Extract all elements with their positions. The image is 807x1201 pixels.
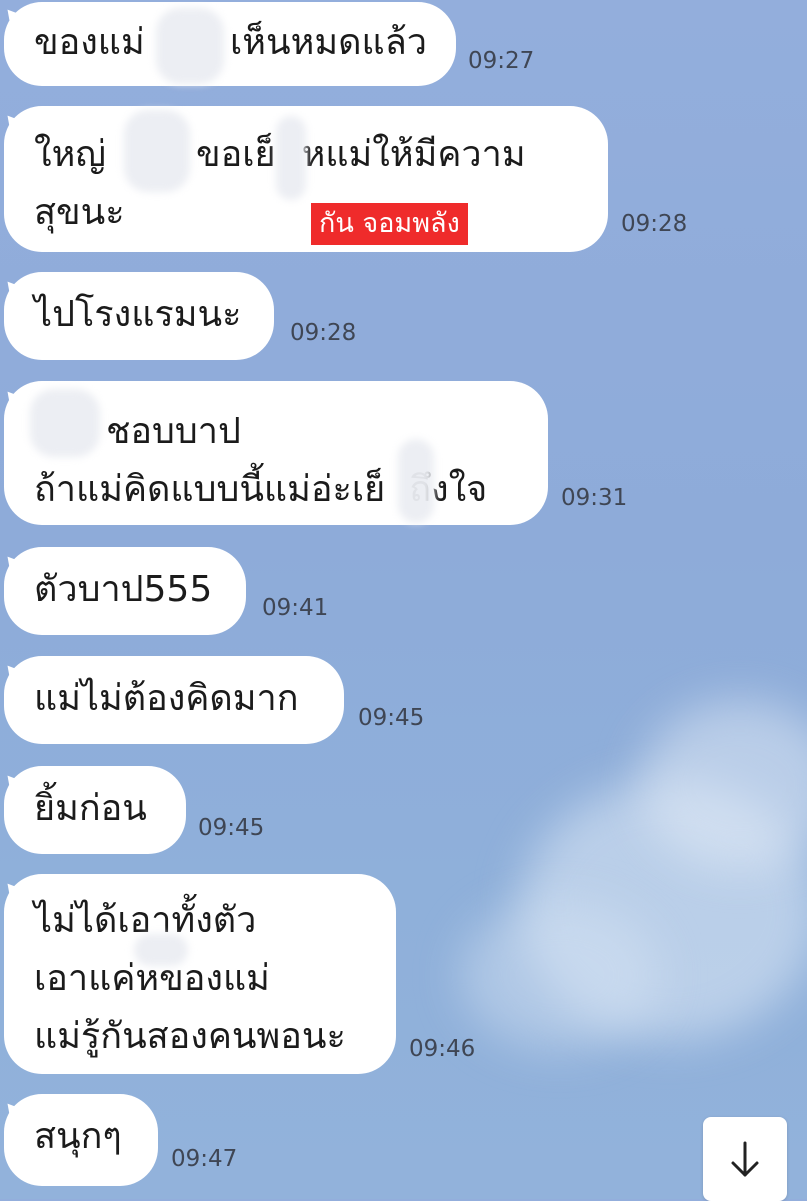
name-label: กัน จอมพลัง [311,203,468,245]
message-text: ไปโรงแรมนะ [34,294,242,335]
message-time: 09:27 [468,48,535,74]
message-text: แม่ไม่ต้องคิดมาก [34,678,299,719]
message-text: ตัวบาป555 [34,569,213,610]
message-time: 09:28 [621,211,688,237]
message-bubble[interactable]: ไม่ได้เอาทั้งตัว เอาแค่หของแม่ แม่รู้กัน… [4,874,396,1074]
message-text: ขอเย็ [195,134,276,175]
message-time: 09:31 [561,485,628,511]
redaction-blur [276,116,306,200]
message-text: สุขนะ [34,192,125,233]
message-time: 09:45 [358,705,425,731]
message-text: ของแม่ [34,22,145,63]
background-cloud [460,900,660,1050]
message-text: เอาแค่หของแม่ [34,958,270,999]
message-text: เห็นหมดแล้ว [230,22,427,63]
redaction-blur [156,8,224,84]
message-bubble[interactable]: ไปโรงแรมนะ [4,272,274,360]
scroll-to-bottom-button[interactable] [703,1117,787,1201]
message-time: 09:47 [171,1146,238,1172]
arrow-down-icon [731,1141,759,1177]
message-bubble[interactable]: ชอบบาป ถ้าแม่คิดแบบนี้แม่อ่ะเย็ ถึงใจ [4,381,548,525]
message-bubble[interactable]: ยิ้มก่อน [4,766,186,854]
message-text: ยิ้มก่อน [34,788,147,829]
message-time: 09:45 [198,815,265,841]
redaction-blur [124,110,190,192]
message-time: 09:46 [409,1036,476,1062]
message-bubble[interactable]: แม่ไม่ต้องคิดมาก [4,656,344,744]
message-text: ถ้าแม่คิดแบบนี้แม่อ่ะเย็ [34,469,386,510]
message-time: 09:28 [290,320,357,346]
message-text: แม่รู้กันสองคนพอนะ [34,1016,346,1057]
message-bubble[interactable]: ใหญ่ ขอเย็ หแม่ให้มีความ สุขนะ [4,106,608,252]
message-line: ใหญ่ ขอเย็ หแม่ให้มีความ [34,126,580,184]
message-bubble[interactable]: ตัวบาป555 [4,547,246,635]
message-text: หแม่ให้มีความ [301,134,526,175]
message-text: ใหญ่ [34,134,106,175]
message-text: ไม่ได้เอาทั้งตัว [34,900,257,941]
message-bubble[interactable]: สนุกๆ [4,1094,158,1186]
message-bubble[interactable]: ของแม่ เห็นหมดแล้ว [4,2,456,86]
message-text: สนุกๆ [34,1116,122,1157]
redaction-blur [398,439,434,523]
message-line: ชอบบาป [34,403,520,461]
message-text: ชอบบาป [106,411,241,452]
message-line: ถ้าแม่คิดแบบนี้แม่อ่ะเย็ ถึงใจ [34,461,520,519]
redaction-blur [30,389,100,457]
redaction-blur [134,934,188,966]
message-time: 09:41 [262,595,329,621]
